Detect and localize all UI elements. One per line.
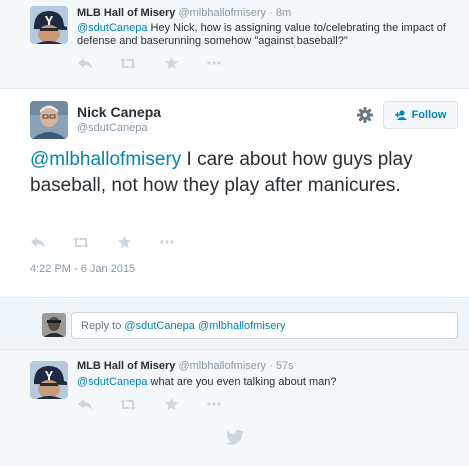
favorite-icon[interactable] [163,56,179,70]
reply-icon[interactable] [77,397,93,411]
avatar-mlbhallofmisery[interactable] [30,361,68,399]
avatar-sdutcanepa[interactable] [30,101,68,139]
tweet-text: @mlbhallofmisery I care about how guys p… [30,147,450,199]
more-icon[interactable] [206,56,222,70]
tweet-actions [77,56,249,70]
mention-link[interactable]: @sdutCanepa [77,376,148,388]
twitter-bird-icon[interactable] [226,430,244,445]
tweet-actions [30,235,202,249]
follow-button[interactable]: Follow [383,101,458,129]
tweet-below: MLB Hall of Misery @mlbhallofmisery · 57… [0,351,469,421]
tweet-header: MLB Hall of Misery @mlbhallofmisery · 57… [77,360,294,372]
follow-icon [394,110,407,120]
main-tweet: Nick Canepa @sdutCanepa Follow @mlbhallo… [0,88,469,298]
avatar-current-user [42,313,66,337]
fullname[interactable]: Nick Canepa [77,104,161,120]
favorite-icon[interactable] [163,397,179,411]
handle[interactable]: @mlbhallofmisery [178,7,266,19]
mention-link[interactable]: @sdutCanepa [77,22,148,34]
timestamp[interactable]: · 57s [269,360,293,372]
reply-mentions: @sdutCanepa @mlbhallofmisery [124,320,286,332]
retweet-icon[interactable] [120,56,136,70]
avatar-mlbhallofmisery[interactable] [30,6,68,44]
handle[interactable]: @mlbhallofmisery [178,360,266,372]
reply-input[interactable]: Reply to @sdutCanepa @mlbhallofmisery [71,312,458,339]
handle[interactable]: @sdutCanepa [77,122,148,134]
more-icon[interactable] [206,397,222,411]
gear-icon[interactable] [357,107,373,123]
tweet-body: what are you even talking about man? [147,376,337,388]
tweet-text: @sdutCanepa what are you even talking ab… [77,376,452,389]
retweet-icon[interactable] [73,235,89,249]
tweet-header: MLB Hall of Misery @mlbhallofmisery · 8m [77,7,291,19]
fullname[interactable]: MLB Hall of Misery [77,360,175,372]
reply-icon[interactable] [30,235,46,249]
mention-link[interactable]: @mlbhallofmisery [30,149,181,170]
retweet-icon[interactable] [120,397,136,411]
more-icon[interactable] [159,235,175,249]
follow-label: Follow [411,109,447,121]
reply-prefix: Reply to [81,320,125,332]
tweet-text: @sdutCanepa Hey Nick, how is assigning v… [77,22,452,48]
timestamp[interactable]: · 8m [269,7,291,19]
tweet-actions [77,397,249,411]
favorite-icon[interactable] [116,235,132,249]
reply-bar: Reply to @sdutCanepa @mlbhallofmisery [0,300,469,350]
tweet-above: MLB Hall of Misery @mlbhallofmisery · 8m… [0,0,469,86]
reply-icon[interactable] [77,56,93,70]
fullname[interactable]: MLB Hall of Misery [77,7,175,19]
tweet-timestamp[interactable]: 4:22 PM - 6 Jan 2015 [30,263,135,275]
